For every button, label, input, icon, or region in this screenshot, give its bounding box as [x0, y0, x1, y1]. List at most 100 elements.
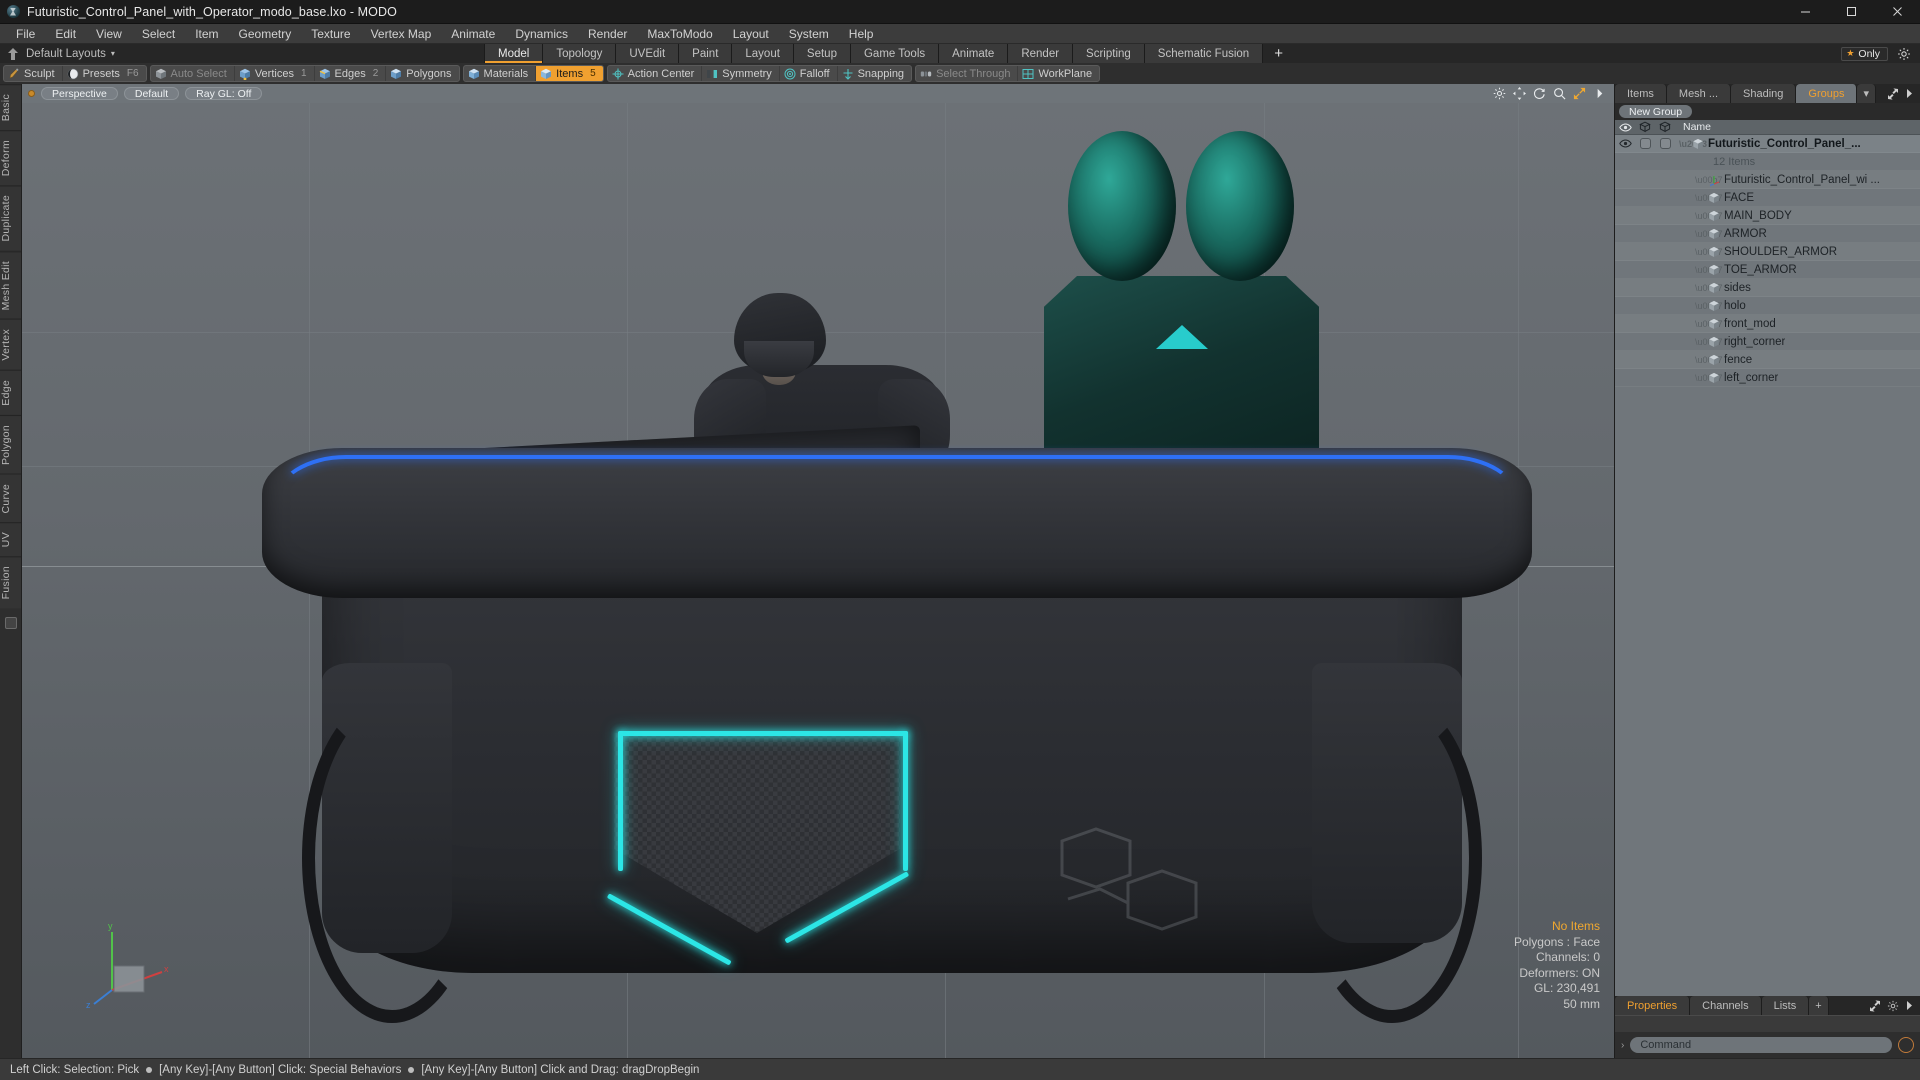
rail-tab-polygon[interactable]: Polygon [0, 414, 21, 474]
layout-tab-schematic-fusion[interactable]: Schematic Fusion [1144, 44, 1264, 63]
snapping-button[interactable]: Snapping [838, 66, 911, 81]
tab-overflow-caret[interactable]: ▾ [1857, 84, 1877, 103]
symmetry-button[interactable]: Symmetry [702, 66, 780, 81]
row-render-toggle[interactable] [1635, 138, 1655, 149]
layout-tab-uvedit[interactable]: UVEdit [616, 44, 680, 63]
layout-preset-label[interactable]: Default Layouts [26, 48, 106, 60]
layout-tab-paint[interactable]: Paint [679, 44, 733, 63]
layout-tab-setup[interactable]: Setup [793, 44, 851, 63]
menu-maxtomodo[interactable]: MaxToModo [637, 24, 722, 44]
viewport-perspective-selector[interactable]: Perspective [41, 87, 118, 100]
viewport-shading-selector[interactable]: Default [123, 87, 180, 100]
rail-tab-uv[interactable]: UV [0, 522, 21, 557]
layout-tab-scripting[interactable]: Scripting [1073, 44, 1145, 63]
tree-expand-toggle[interactable]: \u2013 [1679, 139, 1707, 149]
settings-icon[interactable] [1493, 87, 1506, 100]
polygons-button[interactable]: Polygons [386, 66, 458, 81]
expand-icon[interactable] [1869, 999, 1881, 1012]
sculpt-button[interactable]: Sculpt [4, 66, 63, 81]
table-row[interactable]: \u00b7 front_mod [1615, 315, 1920, 333]
move-icon[interactable] [1513, 87, 1526, 100]
close-button[interactable] [1874, 0, 1920, 24]
menu-system[interactable]: System [779, 24, 839, 44]
tab-channels[interactable]: Channels [1690, 996, 1762, 1015]
command-input[interactable]: Command [1630, 1037, 1892, 1053]
layout-tab-model[interactable]: Model [484, 44, 544, 63]
row-visibility-toggle[interactable] [1615, 138, 1635, 149]
select-through-button[interactable]: Select Through [916, 66, 1019, 81]
menu-dynamics[interactable]: Dynamics [505, 24, 578, 44]
items-button[interactable]: Items 5 [536, 66, 603, 81]
tab-shading[interactable]: Shading [1731, 84, 1797, 103]
layout-tab-topology[interactable]: Topology [543, 44, 617, 63]
search-icon[interactable] [1553, 87, 1566, 100]
menu-help[interactable]: Help [839, 24, 884, 44]
command-caret-icon[interactable]: › [1621, 1040, 1624, 1051]
expand-icon[interactable] [1573, 87, 1586, 100]
table-row[interactable]: \u2013 Futuristic_Control_Panel_... [1615, 135, 1920, 153]
menu-edit[interactable]: Edit [45, 24, 86, 44]
table-row[interactable]: \u00b7 ARMOR [1615, 225, 1920, 243]
chevron-down-icon[interactable]: ▾ [111, 49, 115, 58]
row-shade-toggle[interactable] [1655, 138, 1675, 149]
materials-button[interactable]: Materials [464, 66, 537, 81]
chevron-right-icon[interactable] [1905, 88, 1914, 99]
layout-tab-game-tools[interactable]: Game Tools [850, 44, 940, 63]
maximize-button[interactable] [1828, 0, 1874, 24]
menu-geometry[interactable]: Geometry [229, 24, 302, 44]
minimize-button[interactable] [1782, 0, 1828, 24]
action-center-button[interactable]: Action Center [608, 66, 703, 81]
presets-button[interactable]: Presets F6 [63, 66, 146, 81]
add-layout-tab-button[interactable]: + [1263, 44, 1294, 63]
layout-tab-animate[interactable]: Animate [939, 44, 1009, 63]
table-row[interactable]: \u00b7 holo [1615, 297, 1920, 315]
layout-tab-render[interactable]: Render [1008, 44, 1074, 63]
viewport-state-dot[interactable] [28, 90, 35, 97]
falloff-button[interactable]: Falloff [780, 66, 838, 81]
table-row[interactable]: \u00b7 FACE [1615, 189, 1920, 207]
table-row[interactable]: \u00b7 TOE_ARMOR [1615, 261, 1920, 279]
record-circle-icon[interactable] [1898, 1037, 1914, 1053]
rail-tab-basic[interactable]: Basic [0, 84, 21, 131]
rail-tab-edge[interactable]: Edge [0, 369, 21, 415]
tab-groups[interactable]: Groups [1796, 84, 1858, 103]
table-row[interactable]: \u00b7 left_corner [1615, 369, 1920, 387]
table-row[interactable]: \u00b7 right_corner [1615, 333, 1920, 351]
table-row[interactable]: \u00b7 sides [1615, 279, 1920, 297]
auto-select-button[interactable]: Auto Select [151, 66, 235, 81]
rail-tab-deform[interactable]: Deform [0, 130, 21, 186]
rail-tab-curve[interactable]: Curve [0, 473, 21, 523]
square-icon[interactable] [4, 616, 17, 629]
new-group-button[interactable]: New Group [1619, 105, 1693, 118]
axis-gizmo[interactable]: y x z [84, 920, 174, 1010]
rail-tab-mesh-edit[interactable]: Mesh Edit [0, 250, 21, 320]
refresh-icon[interactable] [1533, 87, 1546, 100]
only-toggle[interactable]: ★ Only [1841, 46, 1888, 61]
menu-layout[interactable]: Layout [723, 24, 779, 44]
tab-properties[interactable]: Properties [1615, 996, 1691, 1015]
viewport-raygl-toggle[interactable]: Ray GL: Off [185, 87, 263, 100]
chevron-right-icon[interactable] [1593, 87, 1606, 100]
add-properties-tab-button[interactable]: + [1809, 996, 1829, 1015]
tab-lists[interactable]: Lists [1761, 996, 1810, 1015]
pin-icon[interactable] [6, 47, 20, 61]
rail-tab-vertex[interactable]: Vertex [0, 319, 21, 370]
table-row[interactable]: \u00b7 fence [1615, 351, 1920, 369]
menu-vertex-map[interactable]: Vertex Map [361, 24, 442, 44]
menu-texture[interactable]: Texture [301, 24, 360, 44]
tab-mesh[interactable]: Mesh ... [1666, 84, 1732, 103]
rail-tab-fusion[interactable]: Fusion [0, 556, 21, 609]
chevron-right-icon[interactable] [1905, 1000, 1914, 1011]
menu-view[interactable]: View [86, 24, 132, 44]
menu-animate[interactable]: Animate [441, 24, 505, 44]
vertices-button[interactable]: Vertices 1 [235, 66, 315, 81]
menu-file[interactable]: File [6, 24, 45, 44]
tab-items[interactable]: Items [1615, 84, 1667, 103]
workplane-button[interactable]: WorkPlane [1018, 66, 1099, 81]
table-row[interactable]: \u00b7 MAIN_BODY [1615, 207, 1920, 225]
3d-viewport[interactable]: y x z No Items Polygons : Face Channels:… [22, 103, 1614, 1058]
menu-select[interactable]: Select [132, 24, 185, 44]
edges-button[interactable]: Edges 2 [315, 66, 387, 81]
rail-tab-duplicate[interactable]: Duplicate [0, 185, 21, 251]
collapse-icon[interactable] [1887, 87, 1899, 100]
